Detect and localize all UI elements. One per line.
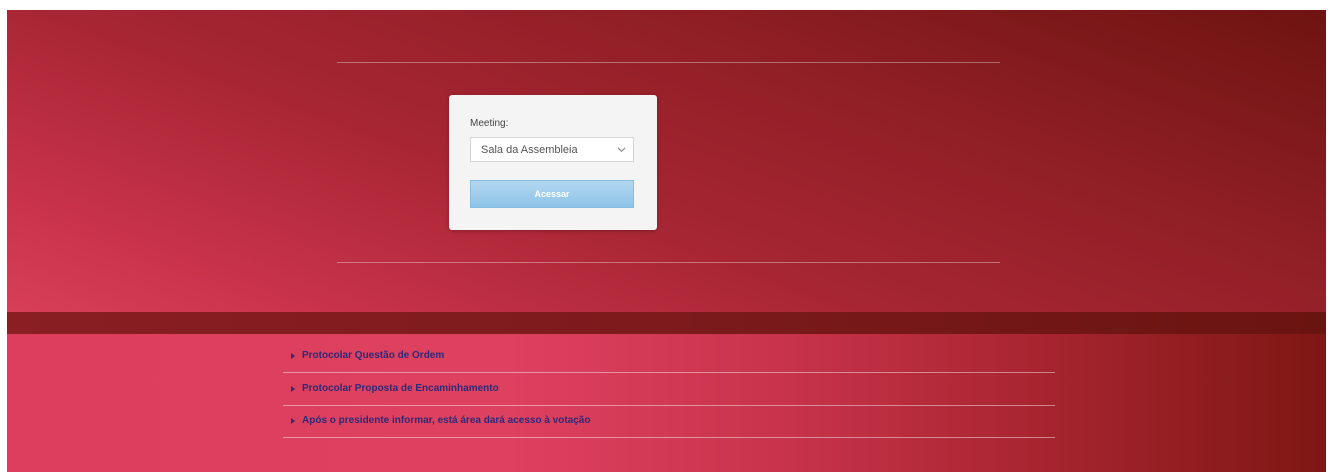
hero-section: Meeting: Sala da Assembleia Acessar	[7, 10, 1326, 312]
menu-item-proposta-de-encaminhamento[interactable]: Protocolar Proposta de Encaminhamento	[283, 373, 1055, 406]
caret-right-icon	[291, 418, 295, 424]
chevron-down-icon	[617, 147, 626, 153]
menu-item-votacao[interactable]: Após o presidente informar, está área da…	[283, 405, 1055, 438]
access-button[interactable]: Acessar	[470, 180, 634, 208]
menu-item-label: Protocolar Proposta de Encaminhamento	[302, 383, 499, 394]
page: Meeting: Sala da Assembleia Acessar Prot…	[7, 10, 1326, 472]
menu-item-label: Após o presidente informar, está área da…	[302, 415, 591, 426]
meeting-label: Meeting:	[470, 118, 509, 129]
menu-item-questao-de-ordem[interactable]: Protocolar Questão de Ordem	[283, 340, 1055, 373]
divider-top	[337, 62, 1000, 63]
meeting-select[interactable]: Sala da Assembleia	[470, 137, 634, 162]
actions-section: Protocolar Questão de Ordem Protocolar P…	[7, 334, 1326, 472]
divider-bottom	[337, 262, 1000, 263]
caret-right-icon	[291, 386, 295, 392]
section-band	[7, 312, 1326, 334]
menu-item-label: Protocolar Questão de Ordem	[302, 350, 445, 361]
caret-right-icon	[291, 353, 295, 359]
meeting-select-value: Sala da Assembleia	[481, 144, 578, 156]
login-card: Meeting: Sala da Assembleia Acessar	[449, 95, 657, 230]
